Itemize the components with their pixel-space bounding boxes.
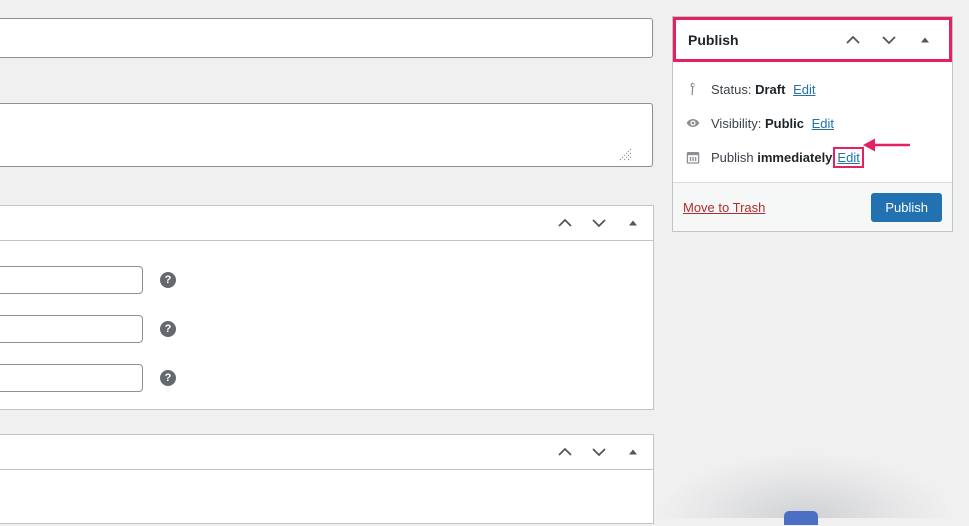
metabox-field-row: ? [0, 315, 176, 343]
eye-icon [685, 115, 705, 131]
metabox-primary-header [0, 206, 653, 241]
post-title-input[interactable] [0, 18, 653, 58]
metabox-text-input-3[interactable] [0, 364, 143, 392]
bottom-floating-button[interactable] [784, 511, 818, 525]
chevron-down-icon[interactable] [587, 211, 611, 235]
bottom-shadow-overlay [660, 455, 950, 518]
chevron-up-icon[interactable] [553, 440, 577, 464]
metabox-secondary-handle-actions [553, 435, 645, 469]
metabox-secondary [0, 434, 654, 524]
publish-date-text: Publish immediatelyEdit [711, 147, 864, 168]
publish-visibility-row: Visibility: Public Edit [673, 106, 952, 140]
publish-major-actions: Move to Trash Publish [673, 182, 952, 231]
publish-date-edit-link[interactable]: Edit [833, 147, 863, 168]
help-icon[interactable]: ? [160, 272, 176, 288]
publish-status-label: Status: [711, 82, 751, 97]
publish-panel-title: Publish [688, 32, 739, 48]
metabox-primary: ? ? ? [0, 205, 654, 410]
publish-visibility-value: Public [765, 116, 804, 131]
metabox-primary-body: ? ? ? [0, 241, 653, 410]
metabox-field-row: ? [0, 364, 176, 392]
help-icon[interactable]: ? [160, 370, 176, 386]
publish-date-label: Publish [711, 150, 754, 165]
post-excerpt-textarea[interactable] [0, 103, 653, 167]
chevron-down-icon[interactable] [587, 440, 611, 464]
publish-panel-body: Status: Draft Edit Visibility: Public Ed… [673, 62, 952, 231]
metabox-secondary-header [0, 435, 653, 470]
triangle-up-icon[interactable] [913, 28, 937, 52]
publish-panel: Publish Status: Draft Edit [672, 16, 953, 232]
publish-visibility-label: Visibility: [711, 116, 761, 131]
publish-status-value: Draft [755, 82, 785, 97]
publish-button[interactable]: Publish [871, 193, 942, 222]
publish-panel-header: Publish [673, 17, 952, 62]
publish-status-edit-link[interactable]: Edit [793, 82, 815, 97]
publish-visibility-edit-link[interactable]: Edit [812, 116, 834, 131]
chevron-down-icon[interactable] [877, 28, 901, 52]
move-to-trash-link[interactable]: Move to Trash [683, 200, 765, 215]
publish-status-row: Status: Draft Edit [673, 72, 952, 106]
triangle-up-icon[interactable] [621, 440, 645, 464]
publish-handle-actions [841, 20, 937, 59]
publish-date-value: immediately [757, 150, 832, 165]
help-icon[interactable]: ? [160, 321, 176, 337]
triangle-up-icon[interactable] [621, 211, 645, 235]
metabox-text-input-1[interactable] [0, 266, 143, 294]
chevron-up-icon[interactable] [553, 211, 577, 235]
publish-visibility-text: Visibility: Public Edit [711, 116, 834, 131]
calendar-icon [685, 149, 705, 165]
post-editor-column: ? ? ? [0, 0, 653, 518]
publish-status-text: Status: Draft Edit [711, 82, 815, 97]
publish-date-row: Publish immediatelyEdit [673, 140, 952, 174]
chevron-up-icon[interactable] [841, 28, 865, 52]
metabox-primary-handle-actions [553, 206, 645, 240]
pin-icon [685, 81, 705, 97]
metabox-field-row: ? [0, 266, 176, 294]
metabox-text-input-2[interactable] [0, 315, 143, 343]
